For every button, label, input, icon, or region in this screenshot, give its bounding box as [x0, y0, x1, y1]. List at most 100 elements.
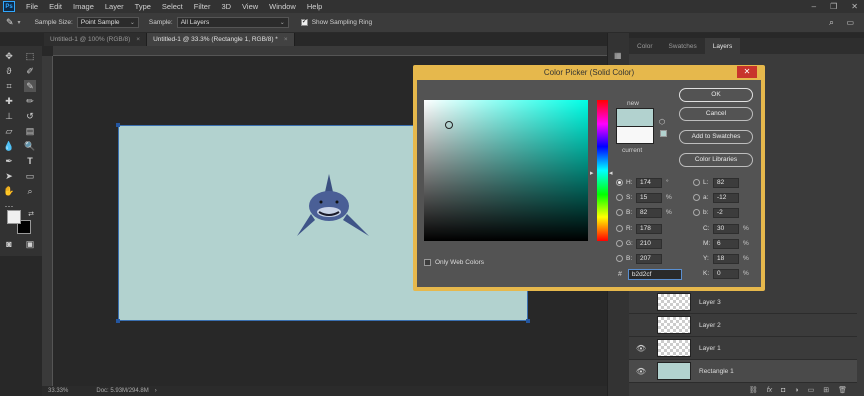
menu-layer[interactable]: Layer [105, 2, 124, 11]
tab-layers[interactable]: Layers [704, 38, 741, 54]
lab-b-radio[interactable] [693, 209, 700, 216]
transform-handle[interactable] [526, 319, 530, 323]
marquee-tool-icon[interactable]: ⬚ [24, 50, 36, 62]
minimize-button[interactable]: – [812, 2, 816, 11]
gradient-tool-icon[interactable]: ▤ [24, 125, 36, 137]
link-icon[interactable]: ⛓ [749, 386, 758, 394]
layer-row-layer-3[interactable]: Layer 3 [629, 291, 857, 314]
transform-handle[interactable] [116, 123, 120, 127]
hue-radio[interactable] [616, 179, 623, 186]
maximize-button[interactable]: ❐ [830, 2, 837, 11]
layer-name[interactable]: Layer 2 [699, 322, 721, 329]
layer-row-rectangle-1[interactable]: 👁 Rectangle 1 [629, 360, 857, 383]
hue-input[interactable]: 174 [636, 177, 662, 188]
eraser-tool-icon[interactable]: ▱ [3, 125, 15, 137]
cancel-button[interactable]: Cancel [679, 107, 753, 121]
tab-untitled-33[interactable]: Untitled-1 @ 33.3% (Rectangle 1, RGB/8) … [147, 33, 295, 46]
shape-tool-icon[interactable]: ▭ [24, 170, 36, 182]
transform-handle[interactable] [116, 319, 120, 323]
saturation-brightness-field[interactable] [424, 100, 588, 241]
hex-input[interactable]: b2d2cf [627, 269, 682, 280]
menu-filter[interactable]: Filter [194, 2, 211, 11]
trash-icon[interactable]: 🗑 [838, 386, 847, 394]
layer-name[interactable]: Layer 1 [699, 345, 721, 352]
eyedropper-tool-icon[interactable]: ✎ [24, 80, 36, 92]
brightness-radio[interactable] [616, 209, 623, 216]
close-window-button[interactable]: ✕ [851, 2, 858, 11]
cube-icon[interactable]: ⬡ [659, 118, 665, 126]
dodge-tool-icon[interactable]: 🔍 [24, 140, 36, 152]
green-radio[interactable] [616, 240, 623, 247]
menu-3d[interactable]: 3D [221, 2, 231, 11]
menu-select[interactable]: Select [162, 2, 183, 11]
menu-window[interactable]: Window [269, 2, 296, 11]
only-web-colors-checkbox[interactable] [424, 259, 431, 266]
stamp-tool-icon[interactable]: ⊥ [3, 110, 15, 122]
type-tool-icon[interactable]: T [24, 155, 36, 167]
lab-l-radio[interactable] [693, 179, 700, 186]
healing-tool-icon[interactable]: ✚ [3, 95, 15, 107]
dialog-close-button[interactable]: ✕ [737, 66, 757, 78]
brightness-input[interactable]: 82 [636, 207, 662, 218]
zoom-tool-icon[interactable]: ⌕ [24, 185, 36, 197]
ok-button[interactable]: OK [679, 88, 753, 102]
show-sampling-ring-checkbox[interactable] [300, 17, 308, 26]
adjustment-icon[interactable]: ◑ [794, 387, 798, 394]
add-to-swatches-button[interactable]: Add to Swatches [679, 130, 753, 144]
workspace-icon[interactable]: ▭ [846, 18, 854, 27]
lab-a-radio[interactable] [693, 194, 700, 201]
hand-tool-icon[interactable]: ✋ [3, 185, 15, 197]
pen-tool-icon[interactable]: ✒ [3, 155, 15, 167]
close-icon[interactable]: × [284, 36, 288, 43]
mask-icon[interactable]: ◘ [781, 387, 785, 394]
history-icon[interactable]: ▦ [614, 51, 622, 60]
zoom-level[interactable]: 33.33% [48, 388, 68, 394]
search-icon[interactable]: ⌕ [829, 17, 834, 28]
tab-color[interactable]: Color [629, 38, 661, 54]
tool-preset-chevron-icon[interactable]: ▾ [18, 19, 21, 26]
eyedropper-icon[interactable]: ✎ [6, 17, 14, 28]
close-icon[interactable]: × [136, 36, 140, 43]
black-input[interactable]: 0 [713, 268, 739, 279]
lab-l-input[interactable]: 82 [713, 177, 739, 188]
only-web-colors-option[interactable]: Only Web Colors [424, 259, 484, 266]
sample-select[interactable]: All Layers ⌄ [176, 17, 289, 28]
menu-edit[interactable]: Edit [49, 2, 62, 11]
layer-row-layer-2[interactable]: Layer 2 [629, 314, 857, 337]
yellow-input[interactable]: 18 [713, 253, 739, 264]
quick-mask-icon[interactable]: ◙ [3, 238, 15, 250]
cyan-input[interactable]: 30 [713, 223, 739, 234]
blur-tool-icon[interactable]: 💧 [3, 140, 15, 152]
lab-a-input[interactable]: -12 [713, 192, 739, 203]
tab-untitled-100[interactable]: Untitled-1 @ 100% (RGB/8) × [44, 33, 148, 46]
menu-help[interactable]: Help [307, 2, 322, 11]
chevron-right-icon[interactable]: › [155, 388, 157, 394]
move-tool-icon[interactable]: ✥ [3, 50, 15, 62]
history-brush-tool-icon[interactable]: ↺ [24, 110, 36, 122]
swap-colors-icon[interactable]: ⇄ [25, 208, 37, 220]
layer-name[interactable]: Layer 3 [699, 299, 721, 306]
web-safe-swatch[interactable] [660, 130, 667, 137]
foreground-color-swatch[interactable] [7, 210, 21, 224]
color-libraries-button[interactable]: Color Libraries [679, 153, 753, 167]
lab-b-input[interactable]: -2 [713, 207, 739, 218]
screen-mode-icon[interactable]: ▣ [24, 238, 36, 250]
path-select-tool-icon[interactable]: ➤ [3, 170, 15, 182]
eye-icon[interactable]: 👁 [635, 344, 647, 353]
group-icon[interactable]: ▭ [808, 386, 815, 394]
lasso-tool-icon[interactable]: ϑ [3, 65, 15, 77]
quick-select-tool-icon[interactable]: ✐ [24, 65, 36, 77]
hue-slider[interactable] [597, 100, 608, 241]
menu-file[interactable]: File [26, 2, 38, 11]
brush-tool-icon[interactable]: ✏ [24, 95, 36, 107]
fx-icon[interactable]: fx [767, 387, 772, 394]
blue-input[interactable]: 207 [636, 253, 662, 264]
menu-view[interactable]: View [242, 2, 258, 11]
menu-type[interactable]: Type [135, 2, 151, 11]
green-input[interactable]: 210 [636, 238, 662, 249]
crop-tool-icon[interactable]: ⌗ [3, 80, 15, 92]
layer-name[interactable]: Rectangle 1 [699, 368, 734, 375]
red-radio[interactable] [616, 225, 623, 232]
magenta-input[interactable]: 6 [713, 238, 739, 249]
sample-size-select[interactable]: Point Sample ⌄ [76, 17, 139, 28]
